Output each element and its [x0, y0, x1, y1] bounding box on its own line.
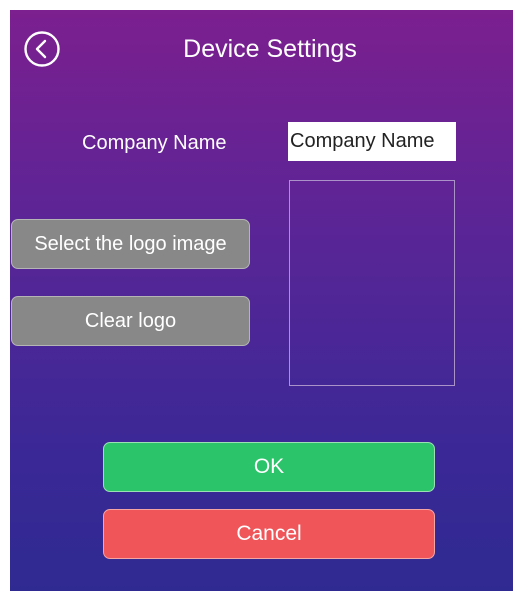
company-name-input[interactable]: [288, 122, 456, 161]
device-settings-screen: Device Settings Company Name Select the …: [10, 10, 513, 591]
clear-logo-button[interactable]: Clear logo: [11, 296, 250, 346]
ok-button[interactable]: OK: [103, 442, 435, 492]
cancel-button[interactable]: Cancel: [103, 509, 435, 559]
company-name-label: Company Name: [82, 132, 227, 154]
select-logo-button[interactable]: Select the logo image: [11, 219, 250, 269]
logo-preview-box: [289, 180, 455, 386]
page-title: Device Settings: [183, 35, 357, 63]
